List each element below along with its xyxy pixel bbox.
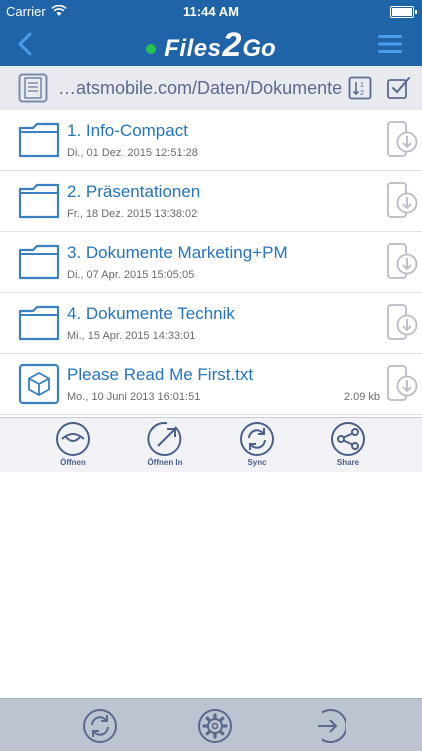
- file-cube-icon: [18, 363, 60, 405]
- svg-text:1: 1: [360, 82, 364, 89]
- item-date: Mo., 10 Juni 2013 16:01:51: [67, 391, 201, 403]
- app-logo: Files2Go: [0, 26, 422, 65]
- item-name: 3. Dokumente Marketing+PM: [67, 243, 288, 262]
- battery-icon: [390, 6, 417, 18]
- share-button[interactable]: Share: [313, 421, 383, 471]
- open-label: Öffnen: [60, 458, 86, 467]
- sync-label: Sync: [247, 458, 267, 467]
- gear-icon[interactable]: [197, 708, 233, 744]
- sync-button[interactable]: Sync: [222, 421, 292, 471]
- open-in-icon: [147, 422, 182, 456]
- battery-fill: [392, 8, 412, 16]
- hamburger-menu-icon[interactable]: [378, 34, 402, 54]
- list-item[interactable]: 3. Dokumente Marketing+PM Di., 07 Apr. 2…: [0, 232, 422, 293]
- open-button[interactable]: Öffnen: [38, 421, 108, 471]
- share-label: Share: [336, 458, 360, 467]
- nav-bar: Files2Go: [0, 22, 422, 66]
- path-bar: …atsmobile.com/Daten/Dokumente 1 2: [0, 66, 422, 111]
- file-list: 1. Info-Compact Di., 01 Dez. 2015 12:51:…: [0, 110, 422, 415]
- tab-bar: [0, 698, 422, 751]
- item-name: 1. Info-Compact: [67, 121, 188, 140]
- list-item[interactable]: 1. Info-Compact Di., 01 Dez. 2015 12:51:…: [0, 110, 422, 171]
- action-bar: Öffnen Öffnen In Sync Share: [0, 417, 422, 472]
- download-to-device-icon[interactable]: [386, 303, 418, 343]
- current-path[interactable]: …atsmobile.com/Daten/Dokumente: [58, 78, 342, 99]
- sort-icon[interactable]: 1 2: [348, 76, 372, 100]
- svg-text:2: 2: [360, 90, 364, 97]
- eye-icon: [56, 422, 90, 456]
- item-name: 2. Präsentationen: [67, 182, 201, 201]
- open-in-label: Öffnen In: [147, 458, 183, 467]
- sync-icon: [240, 422, 274, 456]
- logout-icon[interactable]: [310, 708, 346, 744]
- item-name: Please Read Me First.txt: [67, 365, 254, 384]
- download-to-device-icon[interactable]: [386, 181, 418, 221]
- logo-text-files: Files: [164, 35, 222, 62]
- clock: 11:44 AM: [183, 4, 239, 19]
- folder-icon: [18, 305, 60, 341]
- list-item[interactable]: Please Read Me First.txt Mo., 10 Juni 20…: [0, 354, 422, 415]
- status-bar: Carrier 11:44 AM: [0, 0, 422, 22]
- item-date: Di., 01 Dez. 2015 12:51:28: [67, 147, 198, 159]
- list-item[interactable]: 2. Präsentationen Fr., 18 Dez. 2015 13:3…: [0, 171, 422, 232]
- download-to-device-icon[interactable]: [386, 242, 418, 282]
- download-to-device-icon[interactable]: [386, 364, 418, 404]
- share-icon: [331, 422, 365, 456]
- item-name: 4. Dokumente Technik: [67, 304, 235, 323]
- folder-icon: [18, 244, 60, 280]
- open-in-button[interactable]: Öffnen In: [130, 421, 200, 471]
- document-icon: [18, 73, 48, 103]
- folder-icon: [18, 183, 60, 219]
- download-to-device-icon[interactable]: [386, 120, 418, 160]
- item-size: 2.09 kb: [343, 391, 380, 403]
- folder-icon: [18, 122, 60, 158]
- item-date: Mi., 15 Apr. 2015 14:33:01: [67, 330, 196, 342]
- sync-icon[interactable]: [82, 708, 118, 744]
- logo-text-go: Go: [242, 35, 276, 62]
- status-dot-icon: [146, 43, 157, 54]
- select-checkbox-icon[interactable]: [386, 75, 412, 101]
- item-date: Di., 07 Apr. 2015 15:05:05: [67, 269, 195, 281]
- logo-text-2: 2: [222, 26, 242, 64]
- item-date: Fr., 18 Dez. 2015 13:38:02: [67, 208, 198, 220]
- list-item[interactable]: 4. Dokumente Technik Mi., 15 Apr. 2015 1…: [0, 293, 422, 354]
